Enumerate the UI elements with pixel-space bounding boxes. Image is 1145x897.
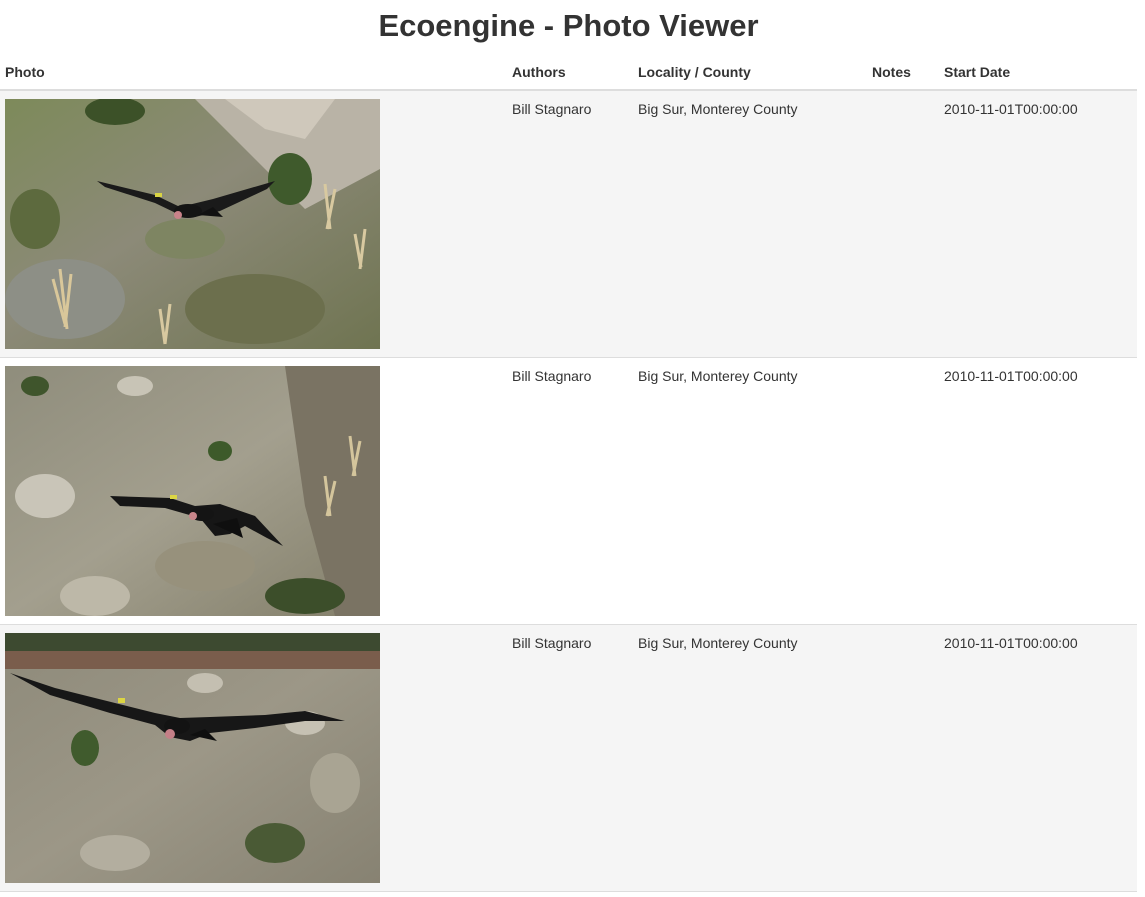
locality-cell: Big Sur, Monterey County xyxy=(633,90,867,358)
condor-photo-2[interactable] xyxy=(5,366,380,616)
locality-cell: Big Sur, Monterey County xyxy=(633,357,867,625)
table-header-row: Photo Authors Locality / County Notes St… xyxy=(0,55,1137,91)
table-row: Bill Stagnaro Big Sur, Monterey County 2… xyxy=(0,624,1137,892)
start-date-cell: 2010-11-01T00:00:00 xyxy=(939,357,1137,625)
column-header-locality: Locality / County xyxy=(633,55,867,91)
column-header-photo: Photo xyxy=(0,55,507,91)
photo-table: Photo Authors Locality / County Notes St… xyxy=(0,55,1137,892)
author-cell: Bill Stagnaro xyxy=(507,357,633,625)
photo-cell xyxy=(0,357,507,625)
author-cell: Bill Stagnaro xyxy=(507,90,633,358)
photo-cell xyxy=(0,624,507,892)
photo-viewer-page: Ecoengine - Photo Viewer Photo Authors L… xyxy=(0,0,1137,897)
notes-cell xyxy=(867,624,939,892)
condor-photo-3[interactable] xyxy=(5,633,380,883)
column-header-start-date: Start Date xyxy=(939,55,1137,91)
condor-photo-1[interactable] xyxy=(5,99,380,349)
start-date-cell: 2010-11-01T00:00:00 xyxy=(939,624,1137,892)
notes-cell xyxy=(867,90,939,358)
photo-cell xyxy=(0,90,507,358)
author-cell: Bill Stagnaro xyxy=(507,624,633,892)
start-date-cell: 2010-11-01T00:00:00 xyxy=(939,90,1137,358)
column-header-authors: Authors xyxy=(507,55,633,91)
page-title: Ecoengine - Photo Viewer xyxy=(378,8,759,43)
locality-cell: Big Sur, Monterey County xyxy=(633,624,867,892)
table-row: Bill Stagnaro Big Sur, Monterey County 2… xyxy=(0,90,1137,358)
table-row: Bill Stagnaro Big Sur, Monterey County 2… xyxy=(0,357,1137,625)
notes-cell xyxy=(867,357,939,625)
column-header-notes: Notes xyxy=(867,55,939,91)
